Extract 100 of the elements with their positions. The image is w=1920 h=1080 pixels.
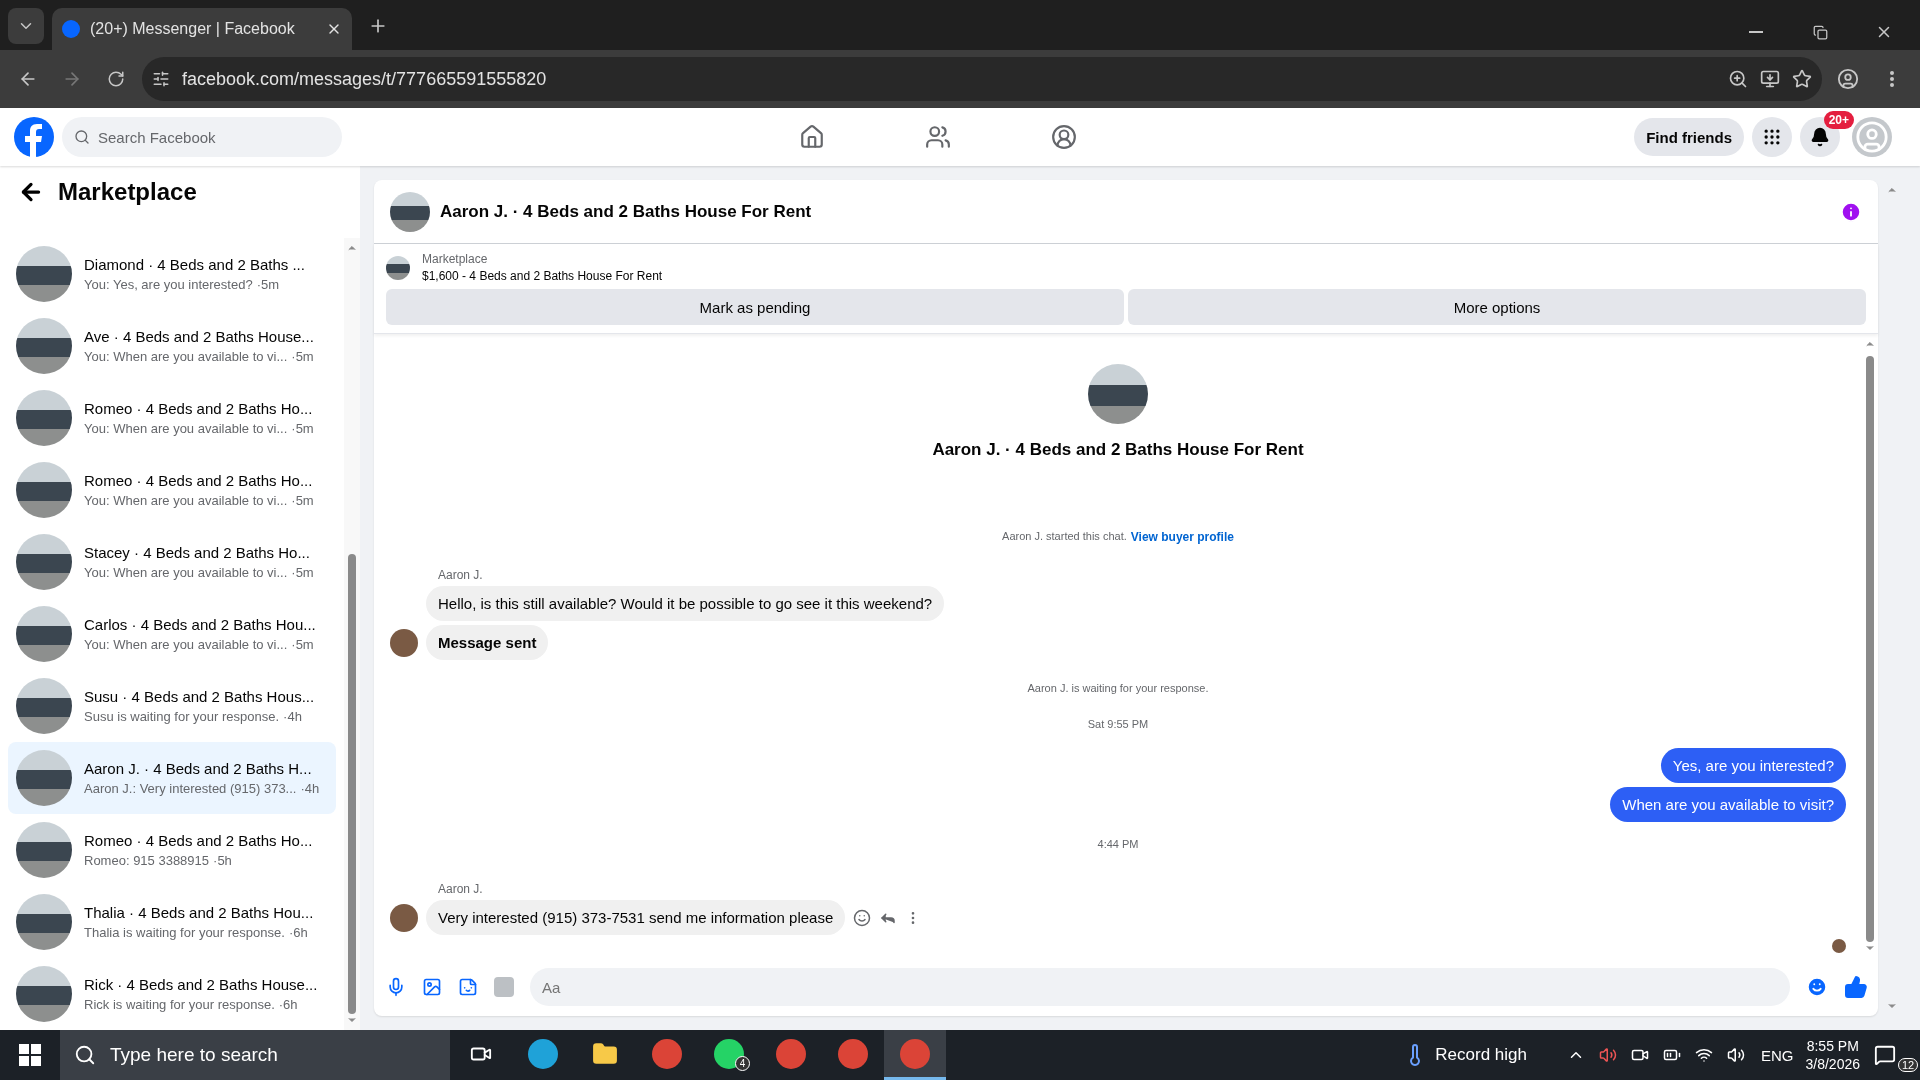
site-settings-icon[interactable] <box>152 70 170 88</box>
restore-icon <box>1812 24 1828 40</box>
tab-search-button[interactable] <box>8 8 44 44</box>
browser-icon <box>528 1038 558 1069</box>
conversation-item[interactable]: Romeo · 4 Beds and 2 Baths Ho... You: When are you available to vi... ·5m <box>8 454 336 526</box>
search-field[interactable]: Search Facebook <box>62 117 342 157</box>
message-time: ·4h <box>283 709 302 724</box>
groups-icon[interactable] <box>1051 124 1078 150</box>
like-icon[interactable] <box>1844 975 1868 999</box>
conversation-title: Romeo · 4 Beds and 2 Baths Ho... <box>84 832 313 849</box>
avatar <box>390 628 418 657</box>
browser-icon <box>900 1038 930 1069</box>
clock[interactable]: 8:55 PM 3/8/2026 <box>1805 1038 1860 1072</box>
emoji-icon[interactable] <box>1806 976 1828 998</box>
wifi-icon[interactable] <box>1695 1046 1713 1064</box>
chat-start-note: Aaron J. started this chat. <box>1002 530 1127 544</box>
timestamp: 4:44 PM <box>1097 838 1139 850</box>
conversation-item[interactable]: Susu · 4 Beds and 2 Baths Hous... Susu is waiting for your response. ·4h <box>8 670 336 742</box>
chat-title: Aaron J. · 4 Beds and 2 Baths House For Rent <box>440 201 813 222</box>
browser-icon <box>652 1038 682 1069</box>
friends-icon[interactable] <box>925 124 952 150</box>
conversation-item[interactable]: Romeo · 4 Beds and 2 Baths Ho... You: When are you available to vi... ·5m <box>8 382 336 454</box>
photo-icon[interactable] <box>422 977 442 997</box>
timestamp: Sat 9:55 PM <box>1087 718 1149 730</box>
listing-photo <box>16 606 72 662</box>
conversation-item[interactable]: Diamond · 4 Beds and 2 Baths ... You: Yes, are you interested? ·5m <box>8 238 336 310</box>
conversation-item[interactable]: Stacey · 4 Beds and 2 Baths Ho... You: When are you available to vi... ·5m <box>8 526 336 598</box>
conversation-title: Romeo · 4 Beds and 2 Baths Ho... <box>84 400 314 417</box>
react-icon[interactable] <box>853 908 872 927</box>
conversation-item[interactable]: Rick · 4 Beds and 2 Baths House... Rick is waiting for your response. ·6h <box>8 958 336 1030</box>
home-icon[interactable] <box>799 124 826 150</box>
view-buyer-profile-link[interactable]: View buyer profile <box>1130 530 1234 544</box>
menu-icon <box>1890 71 1894 87</box>
conversation-title: Susu · 4 Beds and 2 Baths Hous... <box>84 688 315 705</box>
taskbar-app[interactable]: 4 <box>698 1030 760 1080</box>
listing-photo <box>16 822 72 878</box>
menu-button[interactable] <box>1752 117 1792 157</box>
unread-badge: 4 <box>735 1056 750 1071</box>
message-time: ·5h <box>213 853 232 868</box>
chat-app-icon <box>714 1038 744 1069</box>
listing-photo <box>16 894 72 950</box>
sender-name: Aaron J. <box>438 882 484 896</box>
listing-photo <box>16 966 72 1022</box>
microphone-icon[interactable] <box>386 977 406 997</box>
conversation-item[interactable]: Aaron J. · 4 Beds and 2 Baths H... Aaron J.: Very interested (915) 373... ·4h <box>8 742 336 814</box>
find-friends-button[interactable]: Find friends <box>1634 118 1744 156</box>
message-bubble: Yes, are you interested? <box>1660 748 1846 783</box>
listing-photo <box>1088 364 1148 424</box>
facebook-icon <box>62 20 80 38</box>
sticker-icon[interactable] <box>458 977 478 997</box>
conversation-title: Aaron J. · 4 Beds and 2 Baths H... <box>84 760 313 777</box>
message-preview: You: When are you available to vi... <box>84 349 288 364</box>
speaker-icon[interactable] <box>1599 1046 1617 1064</box>
browser-icon <box>838 1038 868 1069</box>
conversation-item[interactable]: Thalia · 4 Beds and 2 Baths Hou... Thalia is waiting for your response. ·6h <box>8 886 336 958</box>
conversation-title: Rick · 4 Beds and 2 Baths House... <box>84 976 318 993</box>
message-preview: Aaron J.: Very interested (915) 373... <box>84 781 297 796</box>
scrollbar-thumb[interactable] <box>1866 356 1874 942</box>
install-icon[interactable] <box>1760 69 1780 89</box>
message-input[interactable]: Aa <box>530 968 1790 1006</box>
message-preview: You: When are you available to vi... <box>84 637 288 652</box>
action-button[interactable]: Mark as pending <box>386 289 1124 325</box>
message-preview: Susu is waiting for your response. <box>84 709 280 724</box>
message-time: ·5m <box>291 493 314 508</box>
message-bubble: When are you available to visit? <box>1610 787 1846 822</box>
bookmark-icon[interactable] <box>1792 69 1812 89</box>
search-placeholder: Type here to search <box>110 1044 278 1066</box>
info-icon[interactable] <box>1840 200 1862 223</box>
action-button[interactable]: More options <box>1128 289 1866 325</box>
taskbar-app[interactable] <box>884 1030 946 1080</box>
listing-photo <box>390 191 430 232</box>
scrollbar-thumb[interactable] <box>348 554 356 1014</box>
conversation-item[interactable]: Romeo · 4 Beds and 2 Baths Ho... Romeo: 915 3388915 ·5h <box>8 814 336 886</box>
search-placeholder: Search Facebook <box>98 128 216 146</box>
message-bubble: Hello, is this still available? Would it be possible to go see it this weekend? <box>426 586 945 621</box>
profile-icon <box>1837 68 1859 90</box>
grid-icon <box>1762 127 1782 147</box>
listing-photo <box>16 390 72 446</box>
listing-photo <box>16 678 72 734</box>
address-bar[interactable]: facebook.com/messages/t/777665591555820 <box>182 68 547 90</box>
browser-icon <box>776 1038 806 1069</box>
message-preview: You: When are you available to vi... <box>84 565 288 580</box>
sidebar-title: Marketplace <box>58 178 197 206</box>
conversation-item[interactable]: Ave · 4 Beds and 2 Baths House... You: When are you available to vi... ·5m <box>8 310 336 382</box>
taskbar-search[interactable]: Type here to search <box>60 1030 450 1080</box>
listing-photo <box>16 534 72 590</box>
message-time: ·5m <box>291 565 314 580</box>
conversation-item[interactable]: Carlos · 4 Beds and 2 Baths Hou... You: When are you available to vi... ·5m <box>8 598 336 670</box>
zoom-icon[interactable] <box>1728 69 1748 89</box>
browser-tab[interactable]: (20+) Messenger | Facebook <box>52 8 352 50</box>
message-bubble: Message sent <box>426 625 549 660</box>
waiting-note: Aaron J. is waiting for your response. <box>1027 682 1209 694</box>
volume-icon[interactable] <box>1727 1046 1745 1064</box>
sender-name: Aaron J. <box>438 568 484 582</box>
listing-label: Marketplace <box>422 252 489 266</box>
language-indicator[interactable]: ENG <box>1761 1046 1794 1064</box>
notification-center[interactable]: 12 <box>1872 1032 1920 1078</box>
avatar-icon <box>1855 120 1889 154</box>
message-time: ·5m <box>256 277 280 292</box>
message-preview: You: When are you available to vi... <box>84 493 288 508</box>
